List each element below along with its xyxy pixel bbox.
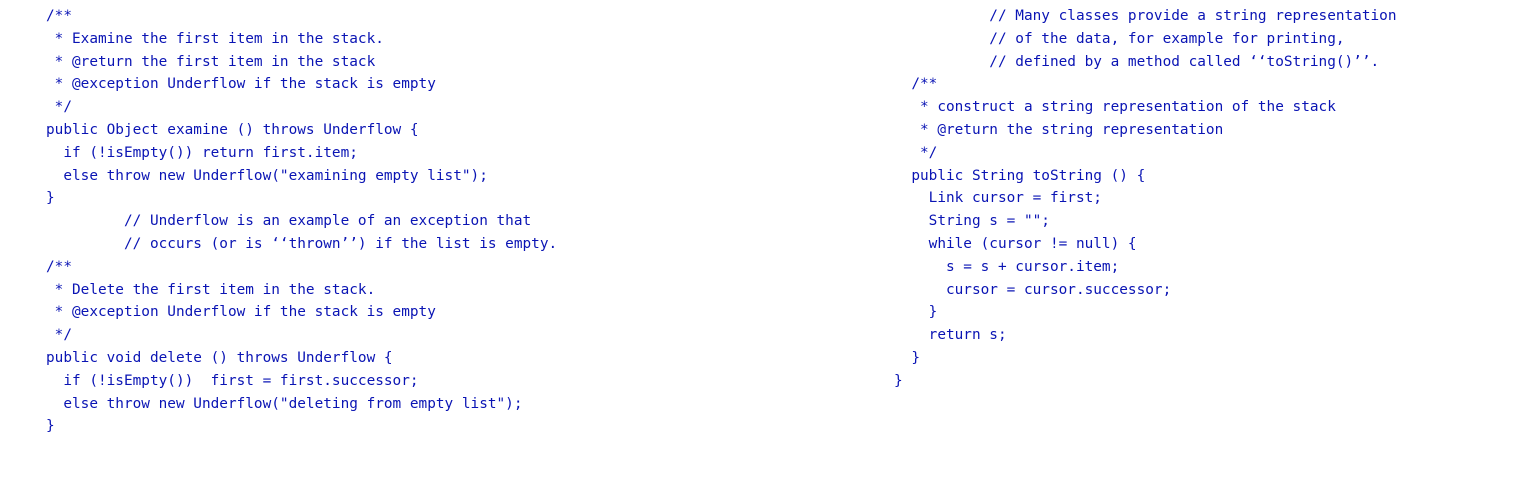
code-line: * Examine the first item in the stack. [46, 30, 384, 47]
code-line: while (cursor != null) { [894, 235, 1137, 252]
code-line: * @exception Underflow if the stack is e… [46, 304, 436, 321]
code-line: */ [46, 327, 72, 344]
code-line: // defined by a method called ‘‘toString… [894, 53, 1380, 70]
code-line: * @return the string representation [894, 121, 1224, 138]
code-line: Link cursor = first; [894, 190, 1102, 207]
code-line: if (!isEmpty()) first = first.successor; [46, 372, 419, 389]
code-line: // of the data, for example for printing… [894, 30, 1345, 47]
code-line: else throw new Underflow("examining empt… [46, 167, 488, 184]
code-line: // occurs (or is ‘‘thrown’’) if the list… [46, 235, 558, 252]
code-line: public void delete () throws Underflow { [46, 349, 393, 366]
code-line: } [894, 372, 903, 389]
code-line: public Object examine () throws Underflo… [46, 121, 419, 138]
code-line: cursor = cursor.successor; [894, 281, 1172, 298]
code-line: */ [894, 144, 938, 161]
code-line: } [46, 190, 55, 207]
code-line: * Delete the first item in the stack. [46, 281, 376, 298]
code-line: /** [46, 8, 72, 24]
code-line: * @exception Underflow if the stack is e… [46, 76, 436, 93]
code-line: s = s + cursor.item; [894, 258, 1120, 275]
code-line: } [46, 418, 55, 435]
code-line: * @return the first item in the stack [46, 53, 376, 70]
code-line: */ [46, 99, 72, 116]
code-listing-right: // Many classes provide a string represe… [894, 5, 1397, 393]
code-line: else throw new Underflow("deleting from … [46, 395, 523, 412]
code-line: public String toString () { [894, 167, 1146, 184]
code-line: /** [46, 258, 72, 275]
code-line: // Many classes provide a string represe… [894, 8, 1397, 24]
code-line: } [894, 304, 938, 321]
code-line: return s; [894, 327, 1007, 344]
code-line: // Underflow is an example of an excepti… [46, 213, 532, 230]
code-line: if (!isEmpty()) return first.item; [46, 144, 358, 161]
code-line: } [894, 349, 920, 366]
code-listing-left: /** * Examine the first item in the stac… [46, 5, 557, 438]
code-line: String s = ""; [894, 213, 1050, 230]
code-line: * construct a string representation of t… [894, 99, 1336, 116]
code-line: /** [894, 76, 938, 93]
